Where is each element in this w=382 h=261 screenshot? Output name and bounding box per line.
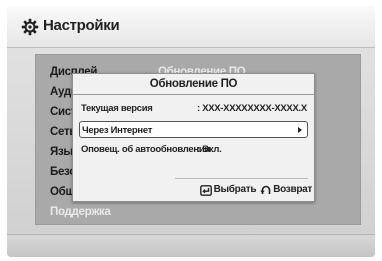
bottom-bar [7, 234, 375, 257]
auto-update-notify-label: Оповещ. об автообновлении [81, 144, 210, 155]
via-internet-label: Через Интернет [82, 125, 153, 136]
dialog-title: Обновление ПО [149, 78, 238, 90]
auto-update-notify-value: : Вкл. [197, 144, 222, 155]
enter-icon [199, 184, 212, 196]
return-label: Возврат [273, 184, 312, 195]
page-title: Настройки [43, 17, 120, 34]
return-icon [260, 185, 271, 194]
software-update-dialog: Обновление ПО Текущая версия : XXX-XXXXX… [72, 73, 315, 202]
menu-item-support[interactable]: Поддержка [50, 202, 140, 222]
auto-update-notify-option[interactable]: Оповещ. об автообновлении : Вкл. [79, 141, 308, 158]
current-version-value: : XXX-XXXXXXXX-XXXX.X [197, 103, 307, 114]
current-version-label: Текущая версия [81, 103, 153, 114]
select-button[interactable]: Выбрать [199, 182, 257, 198]
chevron-right-icon [298, 127, 302, 133]
dialog-divider [73, 94, 314, 95]
return-button[interactable]: Возврат [260, 182, 312, 198]
current-version-row: Текущая версия : XXX-XXXXXXXX-XXXX.X [79, 100, 308, 117]
select-label: Выбрать [213, 184, 257, 195]
gear-icon [21, 18, 39, 36]
dialog-footer: Выбрать Возврат [199, 182, 312, 198]
header-bar: Настройки [7, 6, 375, 48]
via-internet-option[interactable]: Через Интернет [79, 121, 308, 138]
footer-divider [175, 178, 308, 179]
